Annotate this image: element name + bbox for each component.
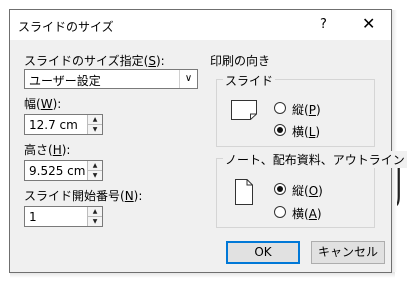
spin-down-icon[interactable]: ▼ (87, 217, 102, 226)
notes-portrait-icon (235, 179, 253, 205)
title-bar: スライドのサイズ ? ✕ (10, 10, 391, 40)
notes-landscape-radio[interactable] (274, 206, 286, 218)
spin-up-icon[interactable]: ▲ (87, 115, 102, 125)
slides-group-title: スライド (223, 72, 276, 89)
height-label: 高さ(H): (24, 143, 71, 157)
slides-landscape-label[interactable]: 横(L) (292, 123, 320, 140)
notes-landscape-label[interactable]: 横(A) (292, 205, 322, 222)
slides-portrait-radio[interactable] (274, 102, 286, 114)
help-button[interactable]: ? (320, 17, 327, 32)
start-number-value[interactable]: 1 (29, 210, 37, 224)
slide-size-label: スライドのサイズ指定(S): (24, 54, 165, 68)
width-label: 幅(W): (24, 97, 62, 111)
width-stepper[interactable]: 12.7 cm ▲ ▼ (24, 114, 103, 135)
spin-down-icon[interactable]: ▼ (87, 125, 102, 134)
height-stepper[interactable]: 9.525 cm ▲ ▼ (24, 160, 103, 181)
slides-portrait-label[interactable]: 縦(P) (292, 101, 321, 118)
height-value[interactable]: 9.525 cm (29, 164, 85, 178)
start-number-label: スライド開始番号(N): (24, 189, 143, 203)
ok-button[interactable]: OK (226, 241, 300, 264)
cancel-button[interactable]: キャンセル (311, 241, 385, 264)
chevron-down-icon[interactable]: ∨ (179, 70, 197, 88)
radio-selected-dot (277, 186, 283, 192)
spin-up-icon[interactable]: ▲ (87, 207, 102, 217)
radio-selected-dot (277, 127, 283, 133)
slide-size-dialog: スライドのサイズ ? ✕ スライドのサイズ指定(S): ユーザー設定 ∨ 幅(W… (9, 9, 407, 273)
notes-portrait-radio[interactable] (274, 183, 286, 195)
slides-orientation-group: スライド 縦(P) 横(L) (216, 72, 375, 147)
spin-up-icon[interactable]: ▲ (87, 161, 102, 171)
spin-down-icon[interactable]: ▼ (87, 171, 102, 180)
close-button[interactable]: ✕ (362, 14, 375, 33)
notes-orientation-group: ノート、配布資料、アウトライン 縦(O) 横(A) (216, 151, 407, 228)
dialog-title: スライドのサイズ (18, 20, 114, 34)
notes-portrait-label[interactable]: 縦(O) (292, 182, 323, 199)
orientation-title: 印刷の向き (210, 54, 271, 68)
slides-landscape-radio[interactable] (274, 124, 286, 136)
slide-size-selected-value: ユーザー設定 (29, 74, 101, 88)
width-value[interactable]: 12.7 cm (29, 118, 78, 132)
notes-group-title: ノート、配布資料、アウトライン (223, 151, 407, 168)
slide-size-dropdown[interactable]: ユーザー設定 ∨ (24, 69, 198, 89)
start-number-stepper[interactable]: 1 ▲ ▼ (24, 206, 103, 227)
slide-landscape-icon (231, 100, 257, 120)
